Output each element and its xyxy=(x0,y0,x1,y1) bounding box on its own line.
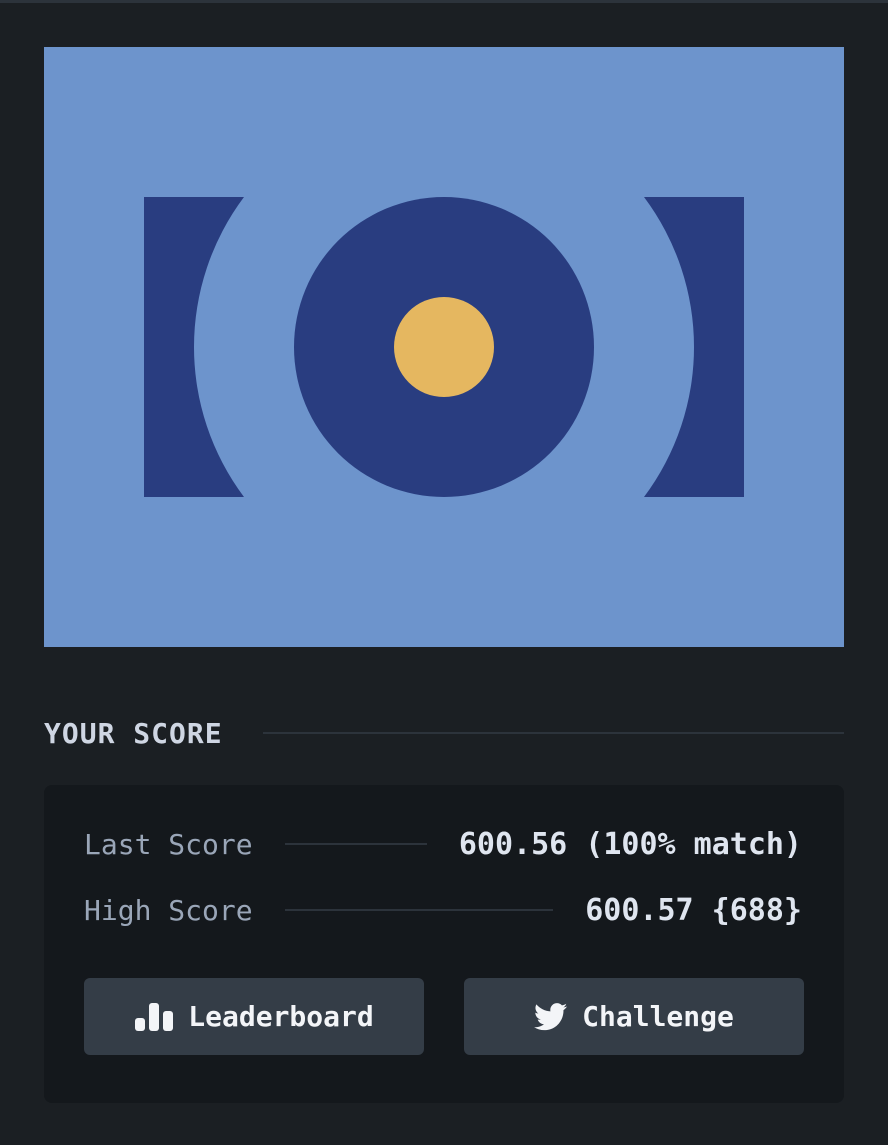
challenge-button-label: Challenge xyxy=(582,1000,734,1033)
last-score-label: Last Score xyxy=(84,827,253,861)
last-score-row: Last Score 600.56 (100% match) xyxy=(84,822,802,866)
twitter-bird-icon xyxy=(534,1002,568,1031)
high-score-value: 600.57 {688} xyxy=(585,892,802,928)
score-panel: Last Score 600.56 (100% match) High Scor… xyxy=(44,785,844,1103)
leaderboard-button-label: Leaderboard xyxy=(188,1000,374,1033)
score-card: YOUR SCORE Last Score 600.56 (100% match… xyxy=(0,0,888,1145)
target-artwork xyxy=(44,47,844,647)
score-heading-row: YOUR SCORE xyxy=(44,709,844,757)
challenge-button[interactable]: Challenge xyxy=(464,978,804,1055)
bar-chart-icon xyxy=(134,1002,174,1031)
heading-divider xyxy=(262,732,844,734)
score-heading: YOUR SCORE xyxy=(44,716,223,750)
leaderboard-button[interactable]: Leaderboard xyxy=(84,978,424,1055)
high-score-divider xyxy=(284,909,554,911)
target-center-dot xyxy=(394,297,494,397)
high-score-label: High Score xyxy=(84,893,253,927)
last-score-value: 600.56 (100% match) xyxy=(458,826,802,862)
last-score-divider xyxy=(284,843,427,845)
high-score-row: High Score 600.57 {688} xyxy=(84,888,802,932)
